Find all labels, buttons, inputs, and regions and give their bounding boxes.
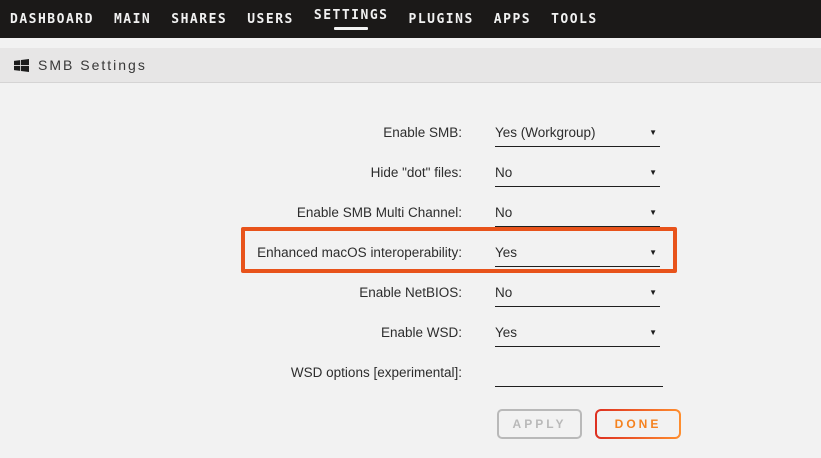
- nav-item-settings[interactable]: SETTINGS: [314, 0, 389, 38]
- nav-item-label: MAIN: [114, 12, 151, 27]
- form-button-row: APPLY DONE: [497, 409, 821, 439]
- field-label: Enhanced macOS interoperability:: [0, 244, 462, 261]
- select-enable-netbios[interactable]: No ▼: [495, 284, 660, 307]
- select-enable-smb[interactable]: Yes (Workgroup) ▼: [495, 124, 660, 147]
- nav-item-label: APPS: [494, 12, 531, 27]
- field-label: WSD options [experimental]:: [0, 364, 462, 381]
- top-nav: DASHBOARD MAIN SHARES USERS SETTINGS PLU…: [0, 0, 821, 38]
- form-row: Hide "dot" files: No ▼: [0, 160, 821, 200]
- form-row: Enable WSD: Yes ▼: [0, 320, 821, 360]
- nav-item-shares[interactable]: SHARES: [171, 0, 227, 38]
- dropdown-arrow-icon: ▼: [649, 204, 660, 221]
- wsd-options-input[interactable]: [495, 364, 663, 387]
- form-row: WSD options [experimental]:: [0, 360, 821, 400]
- active-tab-underline: [334, 27, 368, 30]
- field-label: Enable NetBIOS:: [0, 284, 462, 301]
- select-value: No: [495, 284, 512, 301]
- windows-logo-icon: [14, 59, 29, 72]
- field-control: No ▼: [495, 164, 660, 187]
- field-control: Yes (Workgroup) ▼: [495, 124, 660, 147]
- select-enhanced-macos-interoperability[interactable]: Yes ▼: [495, 244, 660, 267]
- select-enable-smb-multi-channel[interactable]: No ▼: [495, 204, 660, 227]
- select-value: No: [495, 204, 512, 221]
- dropdown-arrow-icon: ▼: [649, 164, 660, 181]
- nav-item-label: SETTINGS: [314, 8, 389, 23]
- field-label: Enable SMB:: [0, 124, 462, 141]
- field-control: [495, 364, 663, 387]
- field-control: No ▼: [495, 284, 660, 307]
- select-value: Yes: [495, 244, 517, 261]
- nav-item-dashboard[interactable]: DASHBOARD: [10, 0, 94, 38]
- smb-settings-form: Enable SMB: Yes (Workgroup) ▼ Hide "dot" …: [0, 83, 821, 400]
- nav-item-label: DASHBOARD: [10, 12, 94, 27]
- page-title: SMB Settings: [38, 57, 147, 73]
- dropdown-arrow-icon: ▼: [649, 244, 660, 261]
- select-enable-wsd[interactable]: Yes ▼: [495, 324, 660, 347]
- select-hide-dot-files[interactable]: No ▼: [495, 164, 660, 187]
- select-value: Yes (Workgroup): [495, 124, 596, 141]
- field-control: No ▼: [495, 204, 660, 227]
- select-value: Yes: [495, 324, 517, 341]
- done-button-label: DONE: [597, 411, 679, 437]
- dropdown-arrow-icon: ▼: [649, 284, 660, 301]
- form-row: Enable SMB: Yes (Workgroup) ▼: [0, 120, 821, 160]
- form-row: Enable SMB Multi Channel: No ▼: [0, 200, 821, 240]
- done-button[interactable]: DONE: [595, 409, 681, 439]
- field-label: Hide "dot" files:: [0, 164, 462, 181]
- field-control: Yes ▼: [495, 244, 660, 267]
- dropdown-arrow-icon: ▼: [649, 324, 660, 341]
- form-row: Enable NetBIOS: No ▼: [0, 280, 821, 320]
- title-gap: [0, 38, 821, 48]
- select-value: No: [495, 164, 512, 181]
- nav-item-label: PLUGINS: [409, 12, 474, 27]
- apply-button[interactable]: APPLY: [497, 409, 582, 439]
- nav-item-tools[interactable]: TOOLS: [551, 0, 598, 38]
- nav-item-users[interactable]: USERS: [247, 0, 294, 38]
- nav-item-label: TOOLS: [551, 12, 598, 27]
- nav-item-label: USERS: [247, 12, 294, 27]
- dropdown-arrow-icon: ▼: [649, 124, 660, 141]
- nav-item-label: SHARES: [171, 12, 227, 27]
- page-title-bar: SMB Settings: [0, 48, 821, 83]
- field-label: Enable SMB Multi Channel:: [0, 204, 462, 221]
- nav-item-plugins[interactable]: PLUGINS: [409, 0, 474, 38]
- nav-item-main[interactable]: MAIN: [114, 0, 151, 38]
- nav-item-apps[interactable]: APPS: [494, 0, 531, 38]
- field-label: Enable WSD:: [0, 324, 462, 341]
- field-control: Yes ▼: [495, 324, 660, 347]
- form-row: Enhanced macOS interoperability: Yes ▼: [0, 240, 821, 280]
